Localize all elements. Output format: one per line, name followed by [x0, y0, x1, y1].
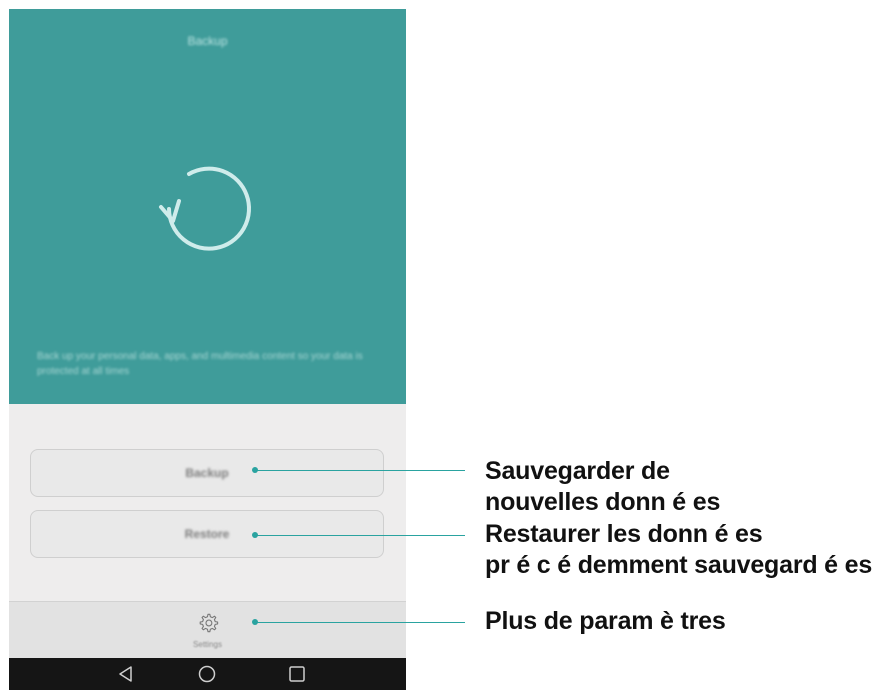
gear-icon[interactable]	[197, 612, 219, 634]
callout-backup: Sauvegarder de nouvelles donn é es	[485, 456, 720, 518]
callout-line-restore	[255, 535, 465, 536]
navigation-bar	[9, 658, 406, 690]
callout-dot-restore	[252, 532, 258, 538]
callout-dot-backup	[252, 467, 258, 473]
callout-line-settings	[255, 622, 465, 623]
backup-button-label: Backup	[185, 466, 229, 480]
settings-label: Settings	[193, 640, 222, 649]
callout-dot-settings	[252, 619, 258, 625]
back-triangle-icon[interactable]	[116, 664, 136, 684]
backup-button[interactable]: Backup	[30, 449, 384, 497]
screen-title: Backup	[187, 34, 228, 48]
home-circle-icon[interactable]	[197, 664, 217, 684]
callout-restore-line-2: pr é c é demment sauvegard é es	[485, 551, 873, 579]
callout-backup-line-2: nouvelles donn é es	[485, 488, 721, 516]
restore-button[interactable]: Restore	[30, 510, 384, 558]
restore-button-label: Restore	[184, 527, 230, 541]
backup-hero-panel: Backup Back up your personal data, apps,…	[9, 9, 406, 404]
callout-restore: Restaurer les donn é es pr é c é demment…	[485, 519, 872, 581]
phone-screen: Backup Back up your personal data, apps,…	[9, 9, 406, 690]
callout-line-backup	[255, 470, 465, 471]
callout-settings: Plus de param è tres	[485, 606, 726, 637]
callout-restore-line-1: Restaurer les donn é es	[485, 520, 763, 548]
recent-square-icon[interactable]	[287, 664, 307, 684]
callout-backup-line-1: Sauvegarder de	[485, 457, 670, 485]
callout-settings-line-1: Plus de param è tres	[485, 607, 726, 635]
backup-description: Back up your personal data, apps, and mu…	[37, 351, 363, 377]
refresh-icon	[159, 166, 251, 251]
settings-bar[interactable]: Settings	[9, 601, 406, 659]
